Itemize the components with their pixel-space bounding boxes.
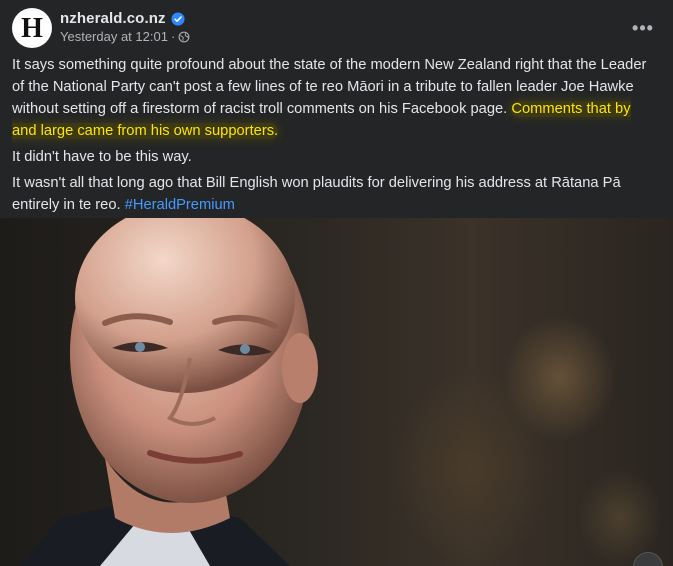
author-name[interactable]: nzherald.co.nz — [60, 10, 166, 27]
paragraph-3-text: It wasn't all that long ago that Bill En… — [12, 175, 621, 213]
post-timestamp[interactable]: Yesterday at 12:01 — [60, 29, 168, 44]
post-photo[interactable] — [0, 218, 673, 566]
globe-icon[interactable] — [178, 31, 190, 43]
post-meta: Yesterday at 12:01 · — [60, 29, 190, 44]
more-options-icon[interactable]: ••• — [629, 14, 657, 42]
nzherald-logo: H — [21, 13, 43, 44]
verified-badge-icon — [171, 11, 185, 26]
meta-separator: · — [170, 29, 176, 44]
post-body: It says something quite profound about t… — [12, 54, 659, 220]
hashtag-link[interactable]: #HeraldPremium — [125, 197, 235, 213]
page-avatar[interactable]: H — [12, 8, 52, 48]
post-paragraph-3: It wasn't all that long ago that Bill En… — [12, 172, 659, 216]
portrait-photo — [20, 218, 318, 566]
post-paragraph-1: It says something quite profound about t… — [12, 54, 659, 142]
post-header: H nzherald.co.nz Yesterday at 12:01 · ••… — [12, 8, 661, 48]
author-row: nzherald.co.nz — [60, 10, 185, 27]
post-paragraph-2: It didn't have to be this way. — [12, 149, 192, 165]
